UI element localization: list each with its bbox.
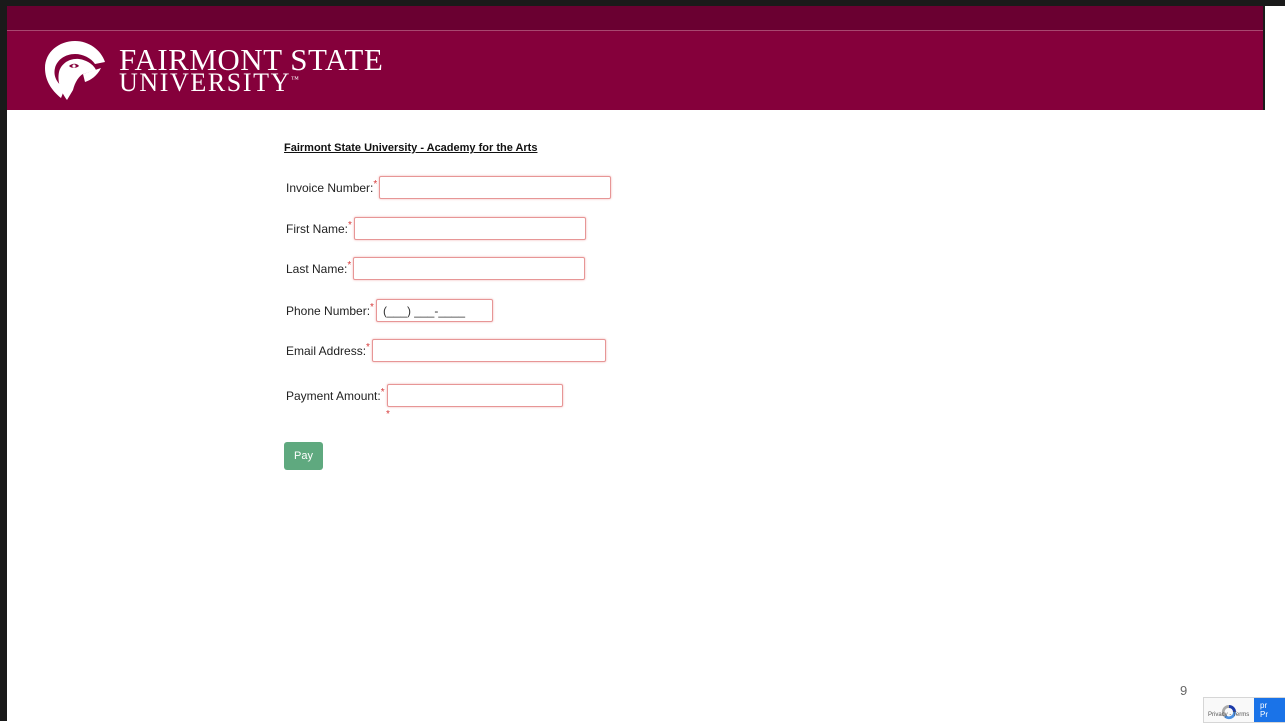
pay-button[interactable]: Pay <box>284 442 323 470</box>
required-asterisk: * <box>366 342 370 353</box>
invoice-number-row: Invoice Number: * <box>286 176 612 199</box>
last-name-label: Last Name: <box>286 261 348 276</box>
required-asterisk: * <box>348 220 352 231</box>
first-name-label: First Name: <box>286 221 349 236</box>
email-address-row: Email Address: * <box>286 339 606 362</box>
invoice-number-input[interactable] <box>379 176 612 199</box>
required-asterisk: * <box>373 179 378 190</box>
window-frame-left <box>0 0 7 721</box>
page-number: 9 <box>1180 683 1188 698</box>
recaptcha-badge[interactable]: Privacy - Terms pr Pr <box>1203 697 1285 723</box>
phone-number-label: Phone Number: <box>286 303 371 318</box>
form-title: Fairmont State University - Academy for … <box>284 142 538 154</box>
university-logo[interactable]: FAIRMONT STATE UNIVERSITY™ <box>39 38 384 104</box>
payment-amount-input[interactable] <box>386 384 563 407</box>
last-name-row: Last Name: * <box>286 257 586 280</box>
last-name-input[interactable] <box>353 257 586 280</box>
recaptcha-info-text: pr Pr <box>1260 701 1268 719</box>
phone-number-row: Phone Number: * <box>286 299 493 322</box>
payment-amount-label: Payment Amount: <box>286 388 381 403</box>
recaptcha-info-line2: Pr <box>1260 710 1268 719</box>
trademark-symbol: ™ <box>291 74 301 84</box>
window-frame-right <box>1263 6 1265 110</box>
falcon-head-icon <box>45 41 105 100</box>
top-strip <box>7 6 1263 30</box>
required-asterisk: * <box>347 260 352 271</box>
first-name-input[interactable] <box>353 217 586 240</box>
email-address-input[interactable] <box>371 339 606 362</box>
phone-number-input[interactable] <box>375 299 493 322</box>
required-asterisk: * <box>380 387 385 398</box>
email-address-label: Email Address: <box>286 343 367 358</box>
logo-text-line2-word: UNIVERSITY <box>119 68 291 97</box>
required-indicator: * <box>386 409 390 420</box>
invoice-number-label: Invoice Number: <box>286 180 374 195</box>
first-name-row: First Name: * <box>286 217 586 240</box>
recaptcha-logo-area: Privacy - Terms <box>1204 698 1254 722</box>
payment-amount-row: Payment Amount: * <box>286 384 563 407</box>
logo-text-line2: UNIVERSITY™ <box>119 68 300 98</box>
site-header: FAIRMONT STATE UNIVERSITY™ <box>7 30 1263 110</box>
recaptcha-terms-link[interactable]: Privacy - Terms <box>1208 712 1249 718</box>
header-top-line <box>7 30 1263 31</box>
recaptcha-info-line1: pr <box>1260 701 1268 710</box>
required-asterisk: * <box>370 302 374 313</box>
recaptcha-info-panel: pr Pr <box>1254 698 1285 722</box>
